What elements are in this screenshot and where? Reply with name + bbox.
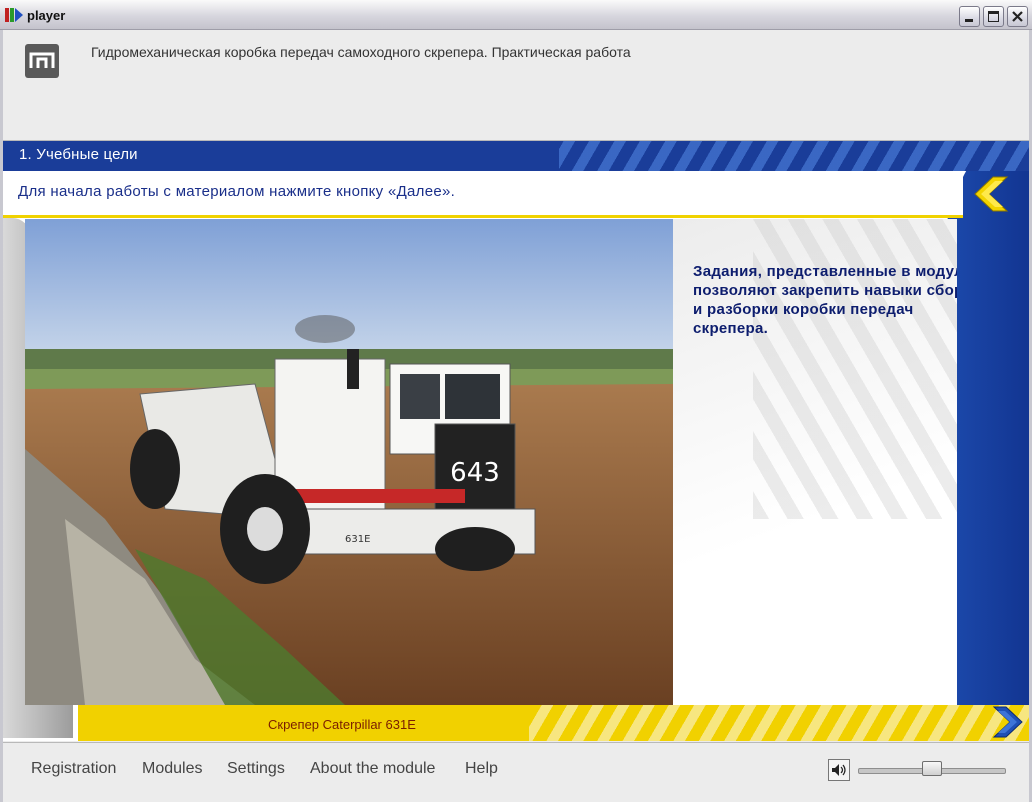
scraper-photo: 643 631E (25, 219, 673, 705)
menu-about-module[interactable]: About the module (310, 760, 435, 778)
logo-icon (25, 44, 59, 78)
speaker-icon[interactable] (828, 759, 850, 781)
caption-bar: Скрепер Caterpillar 631E (78, 705, 1029, 741)
menu-modules[interactable]: Modules (142, 760, 202, 778)
close-icon (1012, 11, 1023, 22)
footer-menu-bar: Registration Modules Settings About the … (3, 742, 1029, 800)
close-button[interactable] (1007, 6, 1028, 27)
truck-number: 643 (450, 458, 500, 488)
menu-settings[interactable]: Settings (227, 760, 285, 778)
photo-caption: Скрепер Caterpillar 631E (268, 717, 416, 732)
minimize-button[interactable] (959, 6, 980, 27)
app-icon (5, 8, 23, 22)
description-panel: Задания, представленные в модуле, позвол… (673, 219, 957, 705)
next-arrow-button[interactable] (988, 703, 1026, 741)
instruction-text: Для начала работы с материалом нажмите к… (18, 183, 456, 200)
menu-help[interactable]: Help (465, 760, 498, 778)
module-header: Гидромеханическая коробка передач самохо… (3, 30, 1029, 141)
maximize-icon (988, 11, 999, 22)
instruction-row: Для начала работы с материалом нажмите к… (3, 171, 963, 218)
maximize-button[interactable] (983, 6, 1004, 27)
module-title: Гидромеханическая коробка передач самохо… (91, 44, 631, 60)
section-title: 1. Учебные цели (19, 146, 138, 163)
minimize-icon (965, 19, 973, 22)
menu-registration[interactable]: Registration (31, 760, 116, 778)
lesson-content: 1. Учебные цели Для начала работы с мате… (3, 141, 1029, 741)
window-title: player (27, 8, 66, 23)
truck-model-label: 631E (345, 534, 370, 545)
title-bar: player (0, 0, 1032, 30)
volume-slider-thumb[interactable] (922, 761, 942, 776)
description-text: Задания, представленные в модуле, позвол… (693, 263, 957, 337)
back-arrow-button[interactable] (971, 173, 1013, 215)
section-header-bar: 1. Учебные цели (3, 141, 1029, 171)
